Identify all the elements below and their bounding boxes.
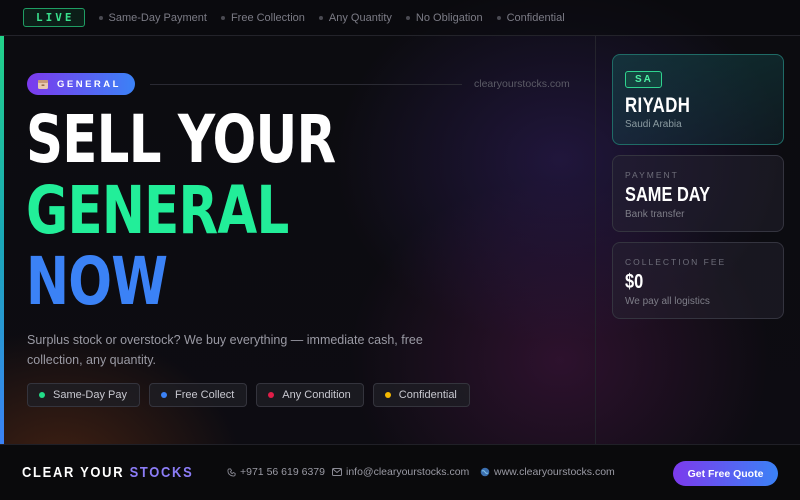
- accent-bar: [0, 36, 4, 444]
- ticker-item: Any Quantity: [318, 12, 392, 24]
- brand-logo[interactable]: CLEAR YOUR STOCKS: [22, 464, 193, 481]
- payment-label: PAYMENT: [625, 170, 679, 180]
- feature-chip: Confidential: [372, 383, 470, 407]
- phone-link[interactable]: +971 56 619 6379: [227, 466, 325, 478]
- bullet-icon: [318, 15, 323, 20]
- category-badge: GENERAL: [27, 73, 135, 95]
- dot-icon: [384, 392, 391, 398]
- bullet-icon: [98, 15, 103, 20]
- divider: [150, 84, 462, 85]
- email-link[interactable]: info@clearyourstocks.com: [332, 466, 469, 478]
- payment-sub: Bank transfer: [625, 209, 685, 220]
- headline: SELL YOUR GENERAL NOW: [26, 101, 336, 320]
- headline-line-3: NOW: [26, 243, 168, 320]
- page: LIVE Same-Day Payment Free Collection An…: [0, 0, 800, 500]
- feature-chip: Any Condition: [256, 383, 364, 407]
- dot-icon: [160, 392, 167, 398]
- hero-description: Surplus stock or overstock? We buy every…: [27, 333, 423, 367]
- ticker-item: Confidential: [496, 12, 565, 24]
- globe-icon: [480, 467, 490, 477]
- bullet-icon: [496, 15, 501, 20]
- bullet-icon: [405, 15, 410, 20]
- ticker-item: Same-Day Payment: [98, 12, 207, 24]
- website-link[interactable]: www.clearyourstocks.com: [480, 466, 615, 478]
- badge-label: GENERAL: [57, 78, 121, 90]
- bullet-icon: [220, 15, 225, 20]
- payment-card: PAYMENT SAME DAY Bank transfer: [612, 155, 784, 232]
- box-icon: [38, 80, 48, 89]
- phone-icon: [227, 467, 236, 477]
- fee-value: $0: [625, 271, 644, 293]
- collection-fee-card: COLLECTION FEE $0 We pay all logistics: [612, 242, 784, 319]
- mail-icon: [332, 468, 342, 476]
- country-code-badge: SA: [625, 71, 662, 88]
- headline-line-2: GENERAL: [26, 172, 289, 249]
- location-card: SA RIYADH Saudi Arabia: [612, 54, 784, 145]
- payment-value: SAME DAY: [625, 184, 711, 206]
- get-free-quote-button[interactable]: Get Free Quote: [673, 461, 778, 486]
- ticker-item: Free Collection: [220, 12, 305, 24]
- city-name: RIYADH: [625, 94, 691, 117]
- feature-chip: Free Collect: [148, 383, 248, 407]
- fee-label: COLLECTION FEE: [625, 257, 727, 267]
- column-divider: [595, 36, 596, 444]
- footer: CLEAR YOUR STOCKS +971 56 619 6379 info@…: [0, 444, 800, 500]
- site-url: clearyourstocks.com: [474, 78, 570, 90]
- headline-line-1: SELL YOUR: [26, 101, 336, 178]
- country-name: Saudi Arabia: [625, 119, 682, 130]
- dot-icon: [268, 392, 275, 398]
- fee-sub: We pay all logistics: [625, 296, 710, 307]
- dot-icon: [39, 392, 45, 398]
- feature-chip: Same-Day Pay: [27, 383, 140, 407]
- live-badge: LIVE: [23, 8, 85, 27]
- feature-chips: Same-Day Pay Free Collect Any Condition …: [27, 383, 479, 407]
- ticker-item: No Obligation: [405, 12, 483, 24]
- top-ticker-bar: LIVE Same-Day Payment Free Collection An…: [0, 0, 800, 36]
